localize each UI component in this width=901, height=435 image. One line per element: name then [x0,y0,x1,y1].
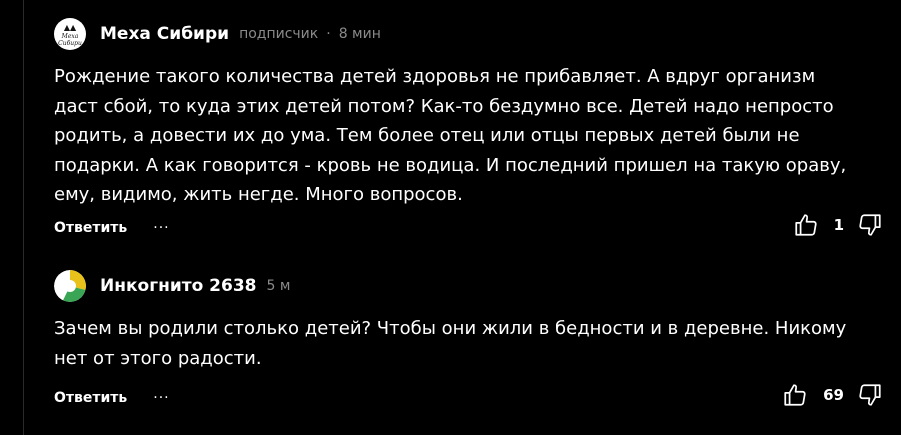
comment-time: 5 м [266,278,291,294]
like-button[interactable] [792,210,820,240]
comment-time: 8 мин [338,26,381,42]
comment-text: Рождение такого количества детей здоровь… [54,66,847,205]
comment: Инкогнито 2638 5 м Зачем вы родили столь… [54,268,884,406]
thumbs-up-icon [784,384,806,406]
comment-header: Инкогнито 2638 5 м [54,268,884,304]
thumbs-up-icon [794,214,817,236]
thumbs-down-icon [859,384,881,406]
more-options-button[interactable]: ··· [153,390,169,406]
avatar-logo-text: Меха Сибири [58,33,82,47]
comment-header: ▲▲ Меха Сибири Меха Сибири подписчик · 8… [54,16,884,52]
thumbs-down-icon [859,214,881,236]
avatar[interactable]: ▲▲ Меха Сибири [54,18,86,50]
more-options-button[interactable]: ··· [153,220,169,236]
avatar[interactable] [54,270,86,302]
comment-actions: Ответить ··· 1 [54,214,884,240]
comment-actions: Ответить ··· 69 [54,384,884,410]
vote-controls: 1 [792,210,884,240]
author-name[interactable]: Инкогнито 2638 [100,276,257,296]
bear-logo-icon: ▲▲ [63,23,77,32]
dislike-button[interactable] [856,210,884,240]
author-name[interactable]: Меха Сибири [100,24,229,44]
incognito-avatar-icon [54,270,86,302]
reply-button[interactable]: Ответить [54,390,127,406]
thread-line [23,0,24,435]
meta-separator: · [326,26,331,42]
vote-controls: 69 [781,380,884,410]
like-count: 69 [823,386,844,404]
reply-button[interactable]: Ответить [54,220,127,236]
like-button[interactable] [781,380,809,410]
like-count: 1 [833,216,844,234]
dislike-button[interactable] [856,380,884,410]
author-role: подписчик [239,26,319,42]
comment-text: Зачем вы родили столько детей? Чтобы они… [54,318,847,369]
comment: ▲▲ Меха Сибири Меха Сибири подписчик · 8… [54,16,884,236]
